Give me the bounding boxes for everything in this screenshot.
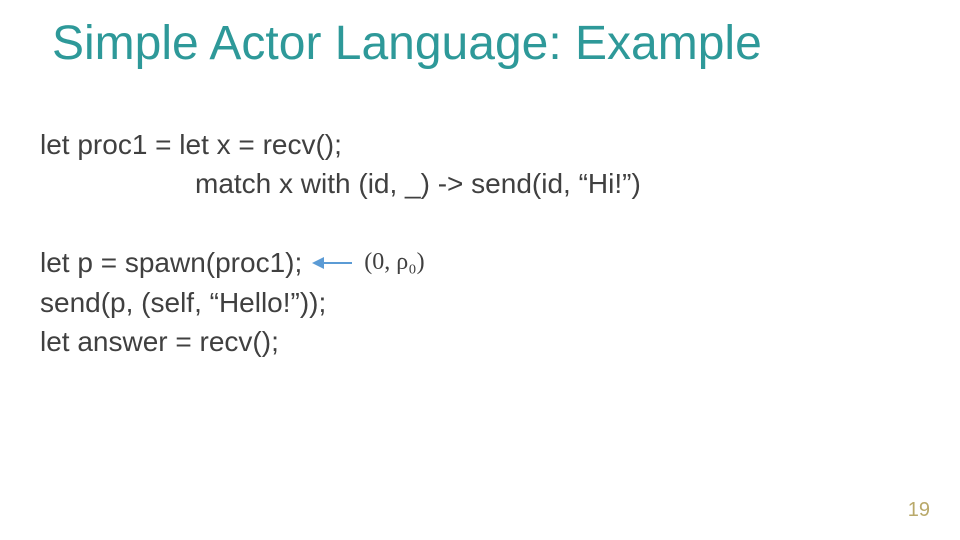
code-line-5: let answer = recv(); [40, 322, 641, 361]
code-line-1: let proc1 = let x = recv(); [40, 125, 641, 164]
annotation-math: (0, ρ₀) [364, 246, 424, 280]
code-line-4: send(p, (self, “Hello!”)); [40, 283, 641, 322]
code-line-2-text: match x with (id, _) -> send(id, “Hi!”) [195, 168, 641, 199]
slide-title: Simple Actor Language: Example [52, 16, 762, 71]
page-number: 19 [908, 499, 930, 522]
code-line-3-row: let p = spawn(proc1); (0, ρ₀) [40, 243, 641, 282]
code-block-2: let p = spawn(proc1); (0, ρ₀) send(p, (s… [40, 243, 641, 361]
code-line-2: match x with (id, _) -> send(id, “Hi!”) [40, 164, 641, 203]
slide-body: let proc1 = let x = recv(); match x with… [40, 125, 641, 401]
code-block-1: let proc1 = let x = recv(); match x with… [40, 125, 641, 203]
code-line-3: let p = spawn(proc1); [40, 243, 302, 282]
arrow-left-icon [312, 253, 354, 273]
